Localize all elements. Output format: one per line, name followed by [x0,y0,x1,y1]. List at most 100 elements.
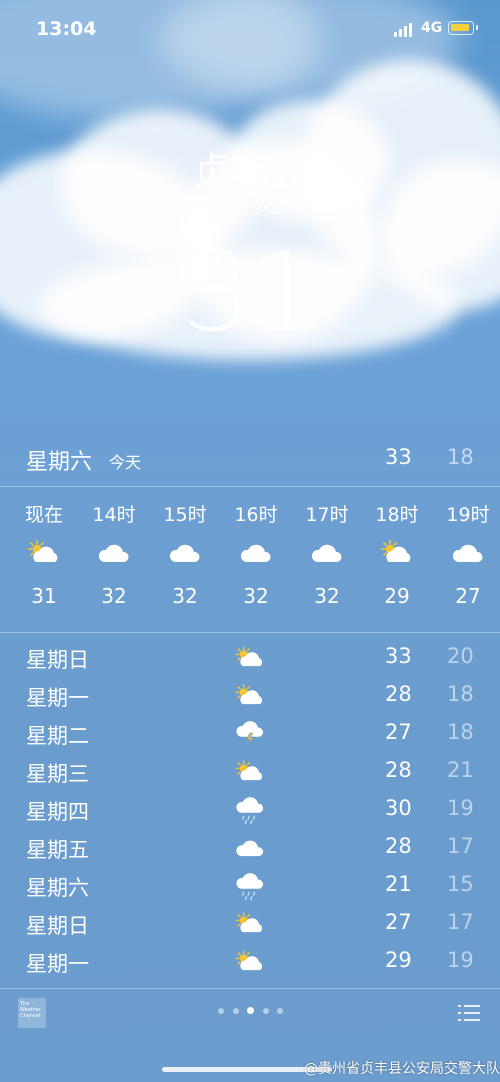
divider [0,632,500,633]
day-name: 星期日 [26,648,89,672]
status-bar: 13:04 4G [0,18,500,44]
hourly-item: 15时 32 [155,490,215,608]
battery-icon [448,21,478,35]
cloud-icon [297,536,357,576]
weather-channel-logo[interactable]: The Weather Channel [18,998,46,1028]
sky-background [0,0,500,440]
today-summary: 星期六 今天 33 18 [0,440,500,484]
hour-label: 现在 [24,504,63,526]
day-low: 19 [447,796,474,820]
hourly-forecast[interactable]: 现在 31 14时 32 15时 32 16时 32 17时 32 18时 29… [0,490,500,630]
daily-row: 星期一 29 19 [0,944,500,982]
day-high: 27 [385,910,412,934]
daily-row: 星期日 27 17 [0,906,500,944]
hour-label: 14时 [92,504,136,526]
network-type: 4G [421,20,443,36]
hourly-item: 17时 32 [297,490,357,608]
today-day: 星期六 [26,450,93,475]
hour-label: 17时 [305,504,349,526]
daily-row: 星期日 33 20 [0,640,500,678]
bottom-toolbar: The Weather Channel [0,992,500,1048]
page-dot-active [247,1007,254,1014]
day-name: 星期一 [26,952,89,976]
hourly-item: 16时 32 [226,490,286,608]
day-low: 15 [447,872,474,896]
hour-temp: 32 [243,584,269,608]
divider [0,486,500,487]
day-low: 17 [447,910,474,934]
watermark: @贵州省贞丰县公安局交警大队 [304,1061,500,1077]
hour-temp: 29 [384,584,410,608]
day-name: 星期二 [26,724,89,748]
today-high: 33 [385,445,412,469]
daily-row: 星期五 28 17 [0,830,500,868]
day-name: 星期日 [26,914,89,938]
today-low: 18 [447,445,474,469]
page-dot [233,1008,239,1014]
day-high: 21 [385,872,412,896]
rain-icon [232,870,268,902]
page-dot [263,1008,269,1014]
cloud-icon [155,536,215,576]
cloud-icon [226,536,286,576]
hour-temp: 31 [31,584,57,608]
day-low: 20 [447,644,474,668]
day-low: 18 [447,720,474,744]
day-high: 27 [385,720,412,744]
day-name: 星期六 [26,876,89,900]
daily-row: 星期三 28 21 [0,754,500,792]
sun-cloud-icon [14,536,74,576]
day-high: 28 [385,758,412,782]
day-high: 29 [385,948,412,972]
hour-label: 15时 [163,504,207,526]
rain-icon [232,794,268,826]
sun-cloud-icon [232,756,268,788]
cloud-icon [84,536,144,576]
cloud-icon [232,832,268,864]
daily-row: 星期四 30 19 [0,792,500,830]
today-tag: 今天 [109,453,142,472]
hour-temp: 32 [314,584,340,608]
sun-cloud-icon [232,908,268,940]
day-high: 30 [385,796,412,820]
hourly-item: 18时 29 [367,490,427,608]
page-indicator[interactable] [218,1007,288,1018]
page-dot [277,1008,283,1014]
day-high: 28 [385,682,412,706]
hour-label: 19时 [446,504,490,526]
hour-label: 16时 [234,504,278,526]
list-icon[interactable] [458,1004,480,1022]
daily-row: 星期一 28 18 [0,678,500,716]
hourly-item: 19时 27 [438,490,498,608]
thunderstorm-icon [232,718,268,750]
status-time: 13:04 [36,18,97,40]
day-low: 21 [447,758,474,782]
hour-temp: 32 [101,584,127,608]
current-temperature: 31 [182,228,320,356]
day-name: 星期四 [26,800,89,824]
signal-icon [394,23,414,37]
day-low: 18 [447,682,474,706]
hourly-item: 现在 31 [14,490,74,608]
daily-row: 星期六 21 15 [0,868,500,906]
hour-temp: 32 [172,584,198,608]
hour-label: 18时 [375,504,419,526]
daily-row: 星期二 27 18 [0,716,500,754]
divider [0,988,500,989]
day-name: 星期五 [26,838,89,862]
hourly-item: 14时 32 [84,490,144,608]
day-low: 17 [447,834,474,858]
city-name: 贞丰县 [192,149,307,193]
day-name: 星期一 [26,686,89,710]
page-dot [218,1008,224,1014]
current-condition: 局部多云 [211,196,288,218]
day-name: 星期三 [26,762,89,786]
sun-cloud-icon [232,946,268,978]
sun-cloud-icon [232,642,268,674]
day-low: 19 [447,948,474,972]
hour-temp: 27 [455,584,481,608]
sun-cloud-icon [367,536,427,576]
day-high: 33 [385,644,412,668]
day-high: 28 [385,834,412,858]
cloud-icon [438,536,498,576]
